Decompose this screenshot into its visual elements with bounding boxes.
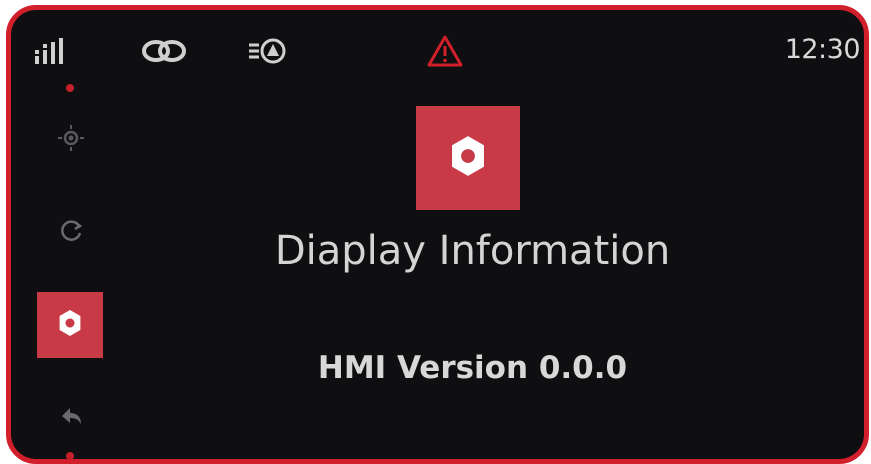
status-clock: 12:30 (784, 34, 861, 65)
hmi-version-text: HMI Version 0.0.0 (317, 350, 628, 386)
sidebar-item-settings[interactable] (37, 292, 103, 358)
warning-icon (426, 35, 464, 67)
gear-icon (55, 308, 85, 343)
gear-icon (445, 133, 491, 184)
sidebar-item-back[interactable] (41, 388, 101, 448)
scroll-down-indicator (66, 452, 74, 459)
status-bar: 12:30 (11, 10, 864, 90)
link-icon (139, 36, 189, 66)
display-frame: 12:30 Diaplay Information HMI Version 0.… (6, 5, 869, 464)
page-title: Diaplay Information (274, 228, 671, 274)
scroll-up-indicator (66, 84, 74, 92)
settings-header-icon (416, 106, 520, 210)
back-icon (56, 401, 86, 436)
headlight-icon (246, 36, 290, 66)
signal-strength-icon (33, 36, 67, 66)
sidebar-item-brightness[interactable] (41, 110, 101, 170)
brightness-icon (56, 123, 86, 158)
